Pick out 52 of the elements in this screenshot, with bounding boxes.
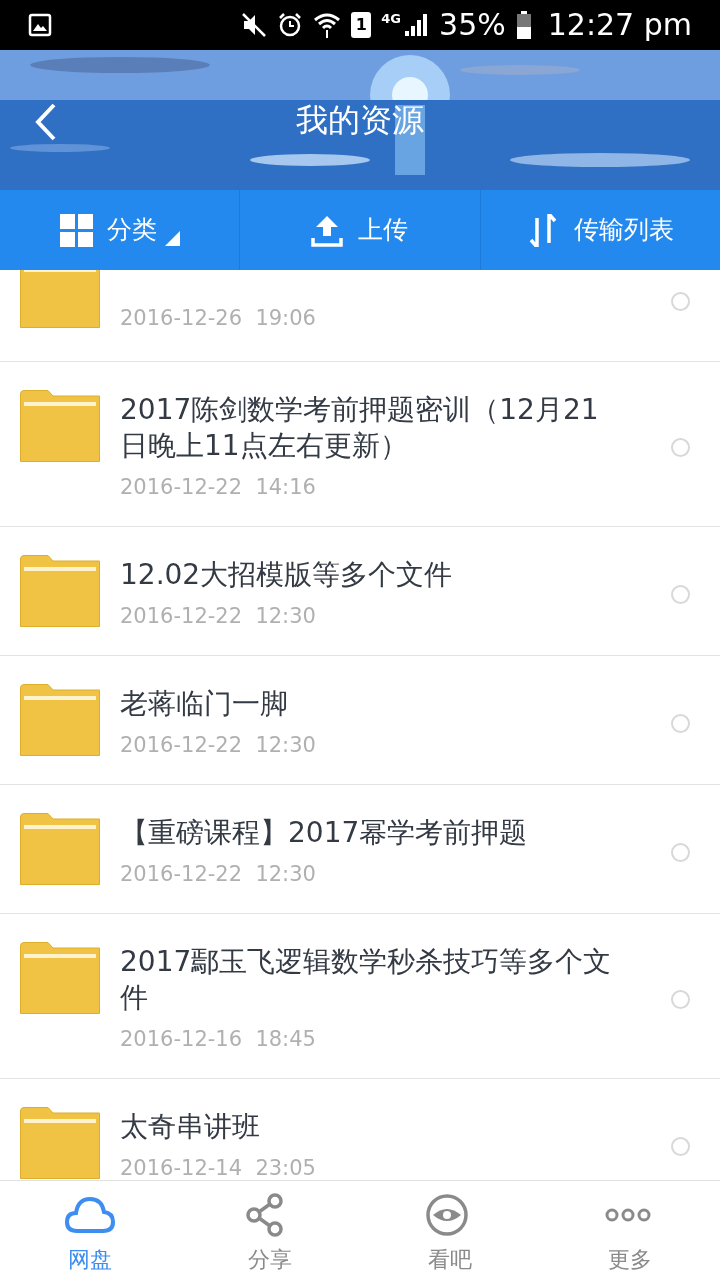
file-name: 2017陈剑数学考前押题密训（12月21日晚上11点左右更新） — [120, 392, 600, 464]
toolbar-button[interactable]: 传输列表 — [479, 190, 720, 270]
file-row[interactable]: 12.02大招模版等多个文件 2016-12-22 12:30 — [0, 527, 720, 656]
page-title: 我的资源 — [296, 100, 424, 141]
file-date: 2016-12-16 18:45 — [120, 1026, 317, 1053]
sim-badge: 1 — [351, 12, 372, 38]
wifi-icon — [313, 11, 342, 39]
file-row[interactable]: 2017陈剑数学考前押题密训（12月21日晚上11点左右更新） 2016-12-22 14:16 — [0, 362, 720, 527]
file-name: 老蒋临门一脚 — [120, 686, 289, 722]
network-label: 4G — [381, 12, 402, 25]
file-date: 2016-12-22 12:30 — [120, 861, 317, 888]
radio-button[interactable] — [671, 1136, 690, 1156]
image-icon — [28, 13, 52, 37]
folder-icon — [20, 390, 100, 462]
toolbar-button[interactable]: 上传 — [239, 190, 480, 270]
radio-button[interactable] — [671, 292, 690, 311]
folder-icon — [20, 942, 100, 1014]
tab[interactable]: 看吧 — [360, 1181, 540, 1280]
file-row[interactable]: 老蒋临门一脚 2016-12-22 12:30 — [0, 656, 720, 785]
file-name: 太奇串讲班 — [120, 1109, 261, 1145]
radio-button[interactable] — [671, 713, 690, 733]
file-date: 2016-12-22 12:30 — [120, 732, 317, 759]
file-row[interactable]: 【重磅课程】2017幂学考前押题 2016-12-22 12:30 — [0, 785, 720, 914]
toolbar-button[interactable]: 分类 — [0, 190, 240, 270]
folder-icon — [20, 1107, 100, 1179]
radio-button[interactable] — [671, 842, 690, 862]
file-date: 2016-12-14 23:05 — [120, 1155, 317, 1180]
folder-icon — [20, 684, 100, 756]
radio-button[interactable] — [671, 437, 690, 457]
grid-icon — [59, 213, 93, 247]
radio-button[interactable] — [671, 989, 690, 1009]
file-date: 2016-12-22 14:16 — [120, 474, 317, 501]
mute-icon — [241, 12, 268, 38]
folder-icon — [20, 555, 100, 627]
tab[interactable]: 分享 — [180, 1181, 360, 1280]
tab[interactable]: 网盘 — [0, 1181, 180, 1280]
folder-icon — [20, 270, 100, 328]
file-row[interactable]: 2017鄢玉飞逻辑数学秒杀技巧等多个文件 2016-12-16 18:45 — [0, 914, 720, 1079]
battery-percent: 35% — [439, 10, 506, 40]
radio-button[interactable] — [671, 584, 690, 604]
signal-icon — [403, 12, 430, 38]
file-name: 【重磅课程】2017幂学考前押题 — [120, 815, 529, 851]
file-date: 2016-12-26 19:06 — [120, 305, 317, 332]
file-name: 12.02大招模版等多个文件 — [120, 557, 454, 593]
file-name: 2017鄢玉飞逻辑数学秒杀技巧等多个文件 — [120, 944, 613, 1016]
file-date: 2016-12-22 12:30 — [120, 603, 317, 630]
clock-time: 12:27 pm — [547, 10, 692, 40]
folder-icon — [20, 813, 100, 885]
battery-icon — [515, 11, 532, 39]
dropdown-triangle-icon — [164, 231, 180, 246]
tab[interactable]: 更多 — [540, 1181, 720, 1280]
upload-icon — [311, 213, 345, 247]
